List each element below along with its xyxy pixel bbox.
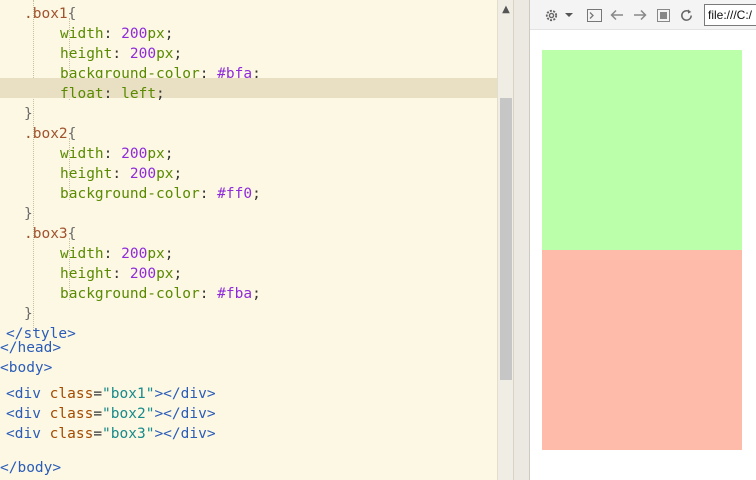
- code-line[interactable]: height: 200px;: [0, 258, 497, 282]
- rendered-box3: [542, 250, 742, 450]
- browser-toolbar: file:///C:/: [530, 0, 756, 30]
- code-line[interactable]: <div class="box1"></div>: [0, 378, 497, 402]
- code-line[interactable]: height: 200px;: [0, 158, 497, 182]
- code-line[interactable]: [0, 438, 497, 458]
- code-line[interactable]: }: [0, 198, 497, 222]
- code-line[interactable]: background-color: #ff0;: [0, 178, 497, 202]
- code-token: </head>: [0, 340, 62, 356]
- address-bar[interactable]: file:///C:/: [704, 4, 756, 26]
- code-line[interactable]: }: [0, 298, 497, 322]
- gear-icon[interactable]: [542, 5, 560, 25]
- forward-arrow-icon[interactable]: [631, 5, 649, 25]
- code-line[interactable]: width: 200px;: [0, 138, 497, 162]
- scroll-up-arrow-icon[interactable]: ▲: [498, 0, 514, 18]
- code-line[interactable]: <div class="box2"></div>: [0, 398, 497, 422]
- code-line[interactable]: .box1{: [0, 0, 497, 22]
- code-line[interactable]: .box2{: [0, 118, 497, 142]
- code-editor[interactable]: .box1{ width: 200px; height: 200px; back…: [0, 0, 497, 480]
- stop-icon[interactable]: [654, 5, 672, 25]
- dropdown-arrow-icon[interactable]: [562, 5, 576, 25]
- back-arrow-icon[interactable]: [608, 5, 626, 25]
- code-line[interactable]: background-color: #bfa;: [0, 58, 497, 82]
- code-line[interactable]: background-color: #fba;: [0, 278, 497, 302]
- code-line[interactable]: <div class="box3"></div>: [0, 418, 497, 442]
- code-token: </body>: [0, 460, 62, 476]
- code-line[interactable]: </head>: [0, 338, 497, 358]
- code-line[interactable]: float: left;: [0, 78, 497, 102]
- refresh-icon[interactable]: [677, 5, 695, 25]
- code-line[interactable]: }: [0, 98, 497, 122]
- code-line[interactable]: </body>: [0, 458, 497, 478]
- scrollbar-thumb[interactable]: [500, 98, 512, 380]
- rendered-page: [530, 30, 756, 480]
- code-line[interactable]: </style>: [0, 318, 497, 342]
- rendered-box1: [542, 50, 742, 250]
- code-line[interactable]: width: 200px;: [0, 238, 497, 262]
- editor-scrollbar[interactable]: ▲: [497, 0, 513, 480]
- pane-divider[interactable]: [513, 0, 530, 480]
- console-icon[interactable]: [585, 5, 603, 25]
- browser-preview: file:///C:/: [530, 0, 756, 480]
- code-token: <body>: [0, 360, 53, 376]
- code-line[interactable]: .box3{: [0, 218, 497, 242]
- code-line[interactable]: width: 200px;: [0, 18, 497, 42]
- code-line[interactable]: height: 200px;: [0, 38, 497, 62]
- code-line[interactable]: <body>: [0, 358, 497, 378]
